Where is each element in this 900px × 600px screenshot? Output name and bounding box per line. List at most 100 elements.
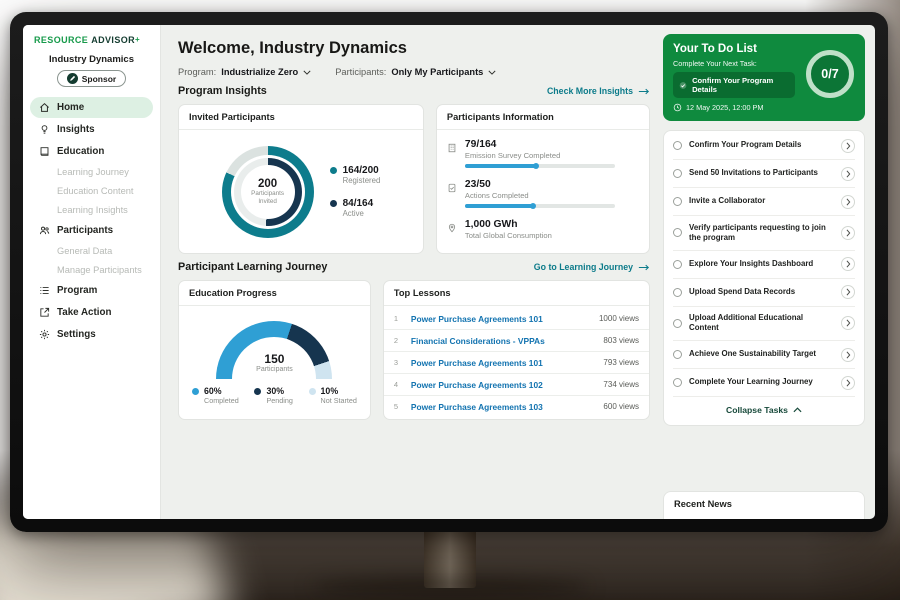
task-label: Verify participants requesting to join t…	[689, 223, 834, 244]
legend-dot-pending	[254, 388, 261, 395]
participants-filter-dropdown[interactable]: Participants: Only My Participants	[335, 67, 496, 77]
task-checkbox[interactable]	[673, 288, 682, 297]
legend-item: 10% Not Started	[309, 386, 357, 405]
legend-label: Not Started	[321, 396, 357, 405]
stat-value: 1,000 GWh	[465, 219, 552, 230]
program-filter-value: Industrialize Zero	[221, 67, 298, 77]
check-more-insights-link[interactable]: Check More Insights	[547, 86, 650, 96]
card-title: Education Progress	[179, 281, 370, 306]
section-title: Program Insights	[178, 85, 267, 97]
gauge-center-label: 150 Participants	[189, 352, 360, 373]
chevron-right-icon[interactable]	[841, 285, 855, 299]
task-checkbox[interactable]	[673, 169, 682, 178]
chevron-right-icon[interactable]	[841, 167, 855, 181]
task-item[interactable]: Explore Your Insights Dashboard	[673, 251, 855, 279]
task-label: Send 50 Invitations to Participants	[689, 168, 834, 178]
sidebar-item-home[interactable]: Home	[30, 97, 153, 118]
legend-dot-registered	[330, 167, 337, 174]
card-title: Participants Information	[437, 105, 649, 130]
chevron-right-icon[interactable]	[841, 348, 855, 362]
chevron-right-icon[interactable]	[841, 376, 855, 390]
app-logo: RESOURCEADVISOR+	[34, 35, 153, 45]
todo-task-list: Confirm Your Program Details Send 50 Inv…	[663, 130, 865, 426]
task-item[interactable]: Verify participants requesting to join t…	[673, 216, 855, 251]
chevron-right-icon[interactable]	[841, 195, 855, 209]
sidebar-item-education[interactable]: Education	[30, 141, 153, 162]
lesson-row: 3 Power Purchase Agreements 101 793 view…	[384, 352, 649, 374]
lesson-link[interactable]: Power Purchase Agreements 101	[411, 358, 596, 368]
participants-filter-label: Participants:	[335, 67, 386, 77]
gauge-legend: 60% Completed 30% Pending	[189, 386, 360, 405]
card-title: Top Lessons	[384, 281, 649, 306]
stat-value: 79/164	[465, 139, 615, 150]
task-checkbox[interactable]	[673, 228, 682, 237]
chevron-right-icon[interactable]	[841, 316, 855, 330]
next-task-pill[interactable]: Confirm Your Program Details	[673, 72, 795, 98]
lesson-views: 734 views	[603, 380, 639, 389]
sidebar-item-general-data[interactable]: General Data	[30, 242, 153, 260]
lesson-link[interactable]: Power Purchase Agreements 101	[411, 314, 591, 324]
checklist-icon	[447, 180, 457, 208]
sidebar-item-label: Participants	[57, 225, 113, 236]
go-to-learning-journey-link[interactable]: Go to Learning Journey	[534, 262, 650, 272]
chevron-down-icon	[303, 70, 311, 75]
task-label: Upload Additional Educational Content	[689, 313, 834, 334]
lesson-views: 803 views	[603, 336, 639, 345]
home-icon	[38, 102, 50, 113]
chevron-right-icon[interactable]	[841, 139, 855, 153]
task-checkbox[interactable]	[673, 319, 682, 328]
sidebar-item-label: Learning Insights	[57, 205, 128, 215]
lesson-link[interactable]: Power Purchase Agreements 102	[411, 380, 596, 390]
logo-advisor: ADVISOR	[91, 35, 135, 45]
org-name: Industry Dynamics	[30, 54, 153, 65]
sidebar-item-take-action[interactable]: Take Action	[30, 302, 153, 323]
task-item[interactable]: Upload Spend Data Records	[673, 279, 855, 307]
sidebar-item-label: Home	[57, 102, 84, 113]
lesson-link[interactable]: Financial Considerations - VPPAs	[411, 336, 596, 346]
task-checkbox[interactable]	[673, 350, 682, 359]
task-item[interactable]: Complete Your Learning Journey	[673, 369, 855, 397]
collapse-tasks-button[interactable]: Collapse Tasks	[673, 397, 855, 424]
lesson-rank: 2	[394, 336, 403, 345]
task-label: Invite a Collaborator	[689, 196, 834, 206]
task-checkbox[interactable]	[673, 197, 682, 206]
lesson-link[interactable]: Power Purchase Agreements 103	[411, 402, 596, 412]
task-checkbox[interactable]	[673, 260, 682, 269]
program-filter-dropdown[interactable]: Program: Industrialize Zero	[178, 67, 311, 77]
task-item[interactable]: Invite a Collaborator	[673, 188, 855, 216]
sidebar-item-participants[interactable]: Participants	[30, 220, 153, 241]
task-item[interactable]: Upload Additional Educational Content	[673, 307, 855, 342]
sidebar-item-learning-journey[interactable]: Learning Journey	[30, 163, 153, 181]
sidebar-item-learning-insights[interactable]: Learning Insights	[30, 201, 153, 219]
sponsor-badge[interactable]: Sponsor	[57, 70, 126, 87]
program-filter-label: Program:	[178, 67, 216, 77]
chevron-right-icon[interactable]	[841, 257, 855, 271]
task-item[interactable]: Confirm Your Program Details	[673, 132, 855, 160]
card-title: Invited Participants	[179, 105, 423, 130]
filter-bar: Program: Industrialize Zero Participants…	[178, 67, 650, 77]
task-checkbox[interactable]	[673, 378, 682, 387]
lesson-views: 1000 views	[599, 314, 639, 323]
recent-news-card[interactable]: Recent News	[663, 491, 865, 519]
task-label: Confirm Your Program Details	[689, 140, 834, 150]
participants-information-card: Participants Information 79/164 Emission…	[436, 104, 650, 254]
task-item[interactable]: Send 50 Invitations to Participants	[673, 160, 855, 188]
learning-journey-header: Participant Learning Journey Go to Learn…	[178, 261, 650, 273]
people-icon	[38, 225, 50, 236]
sidebar-item-insights[interactable]: Insights	[30, 119, 153, 140]
lesson-rank: 1	[394, 314, 403, 323]
sidebar-item-settings[interactable]: Settings	[30, 324, 153, 345]
stat-row: 79/164 Emission Survey Completed	[447, 139, 639, 168]
sidebar-item-manage-participants[interactable]: Manage Participants	[30, 261, 153, 279]
donut-value: 200	[258, 178, 277, 190]
chevron-right-icon[interactable]	[841, 226, 855, 240]
lesson-row: 4 Power Purchase Agreements 102 734 view…	[384, 374, 649, 396]
sidebar-item-education-content[interactable]: Education Content	[30, 182, 153, 200]
task-item[interactable]: Achieve One Sustainability Target	[673, 341, 855, 369]
gauge-label: Participants	[189, 366, 360, 373]
sidebar-item-program[interactable]: Program	[30, 280, 153, 301]
sponsor-label: Sponsor	[82, 74, 116, 84]
legend-item: 84/164 Active	[330, 198, 381, 218]
gauge-value: 150	[189, 352, 360, 366]
task-checkbox[interactable]	[673, 141, 682, 150]
